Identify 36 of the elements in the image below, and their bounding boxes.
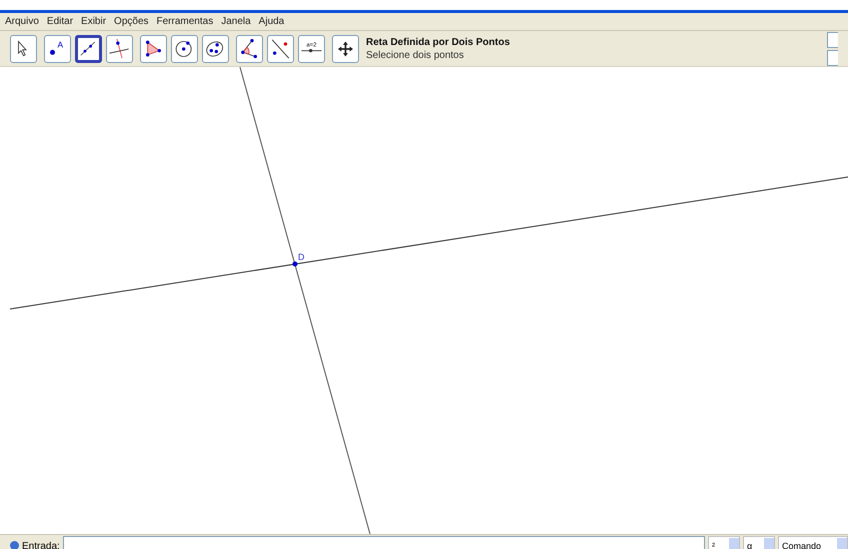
help-icon[interactable] — [10, 540, 19, 549]
menu-item[interactable]: Ferramentas — [156, 16, 214, 27]
tool-button[interactable] — [10, 34, 37, 62]
menu-item[interactable]: Arquivo — [4, 16, 40, 27]
input-label: Entrada: — [22, 540, 60, 549]
tool-button[interactable] — [236, 34, 263, 62]
dropdown[interactable]: ² — [708, 536, 740, 549]
tool-button[interactable] — [140, 34, 167, 62]
menu-item[interactable]: Exibir — [80, 16, 108, 27]
reflect-icon — [272, 38, 290, 58]
tool-button[interactable] — [106, 34, 133, 62]
menu-item[interactable]: Editar — [46, 16, 74, 27]
tool-button[interactable] — [202, 34, 229, 62]
input-field[interactable] — [62, 536, 705, 549]
triangle-icon — [146, 40, 161, 56]
dropdown[interactable]: α — [743, 536, 775, 549]
menu-item[interactable]: Ajuda — [258, 16, 286, 27]
point — [292, 262, 298, 266]
cursor-icon — [18, 40, 27, 56]
tool-name: Reta Definida por Dois Pontos — [366, 36, 511, 48]
circle-icon — [176, 40, 192, 56]
move-arrows-icon — [338, 41, 353, 56]
tool-button[interactable] — [75, 34, 102, 62]
menu-item[interactable]: Janela — [220, 16, 252, 27]
menu-item[interactable]: Opções — [113, 16, 150, 27]
line-icon — [80, 41, 96, 56]
tool-button[interactable]: A — [44, 34, 71, 62]
tool-button[interactable] — [332, 34, 359, 62]
perpendicular-lines-icon — [109, 38, 130, 58]
ellipse-icon — [206, 40, 224, 56]
tool-button[interactable] — [267, 34, 294, 62]
point-label: D — [298, 252, 304, 262]
tool-button[interactable] — [171, 34, 198, 62]
angle-icon — [241, 38, 257, 58]
tool-help: Selecione dois pontos — [366, 50, 465, 60]
dropdown[interactable]: Comando — [778, 536, 848, 549]
